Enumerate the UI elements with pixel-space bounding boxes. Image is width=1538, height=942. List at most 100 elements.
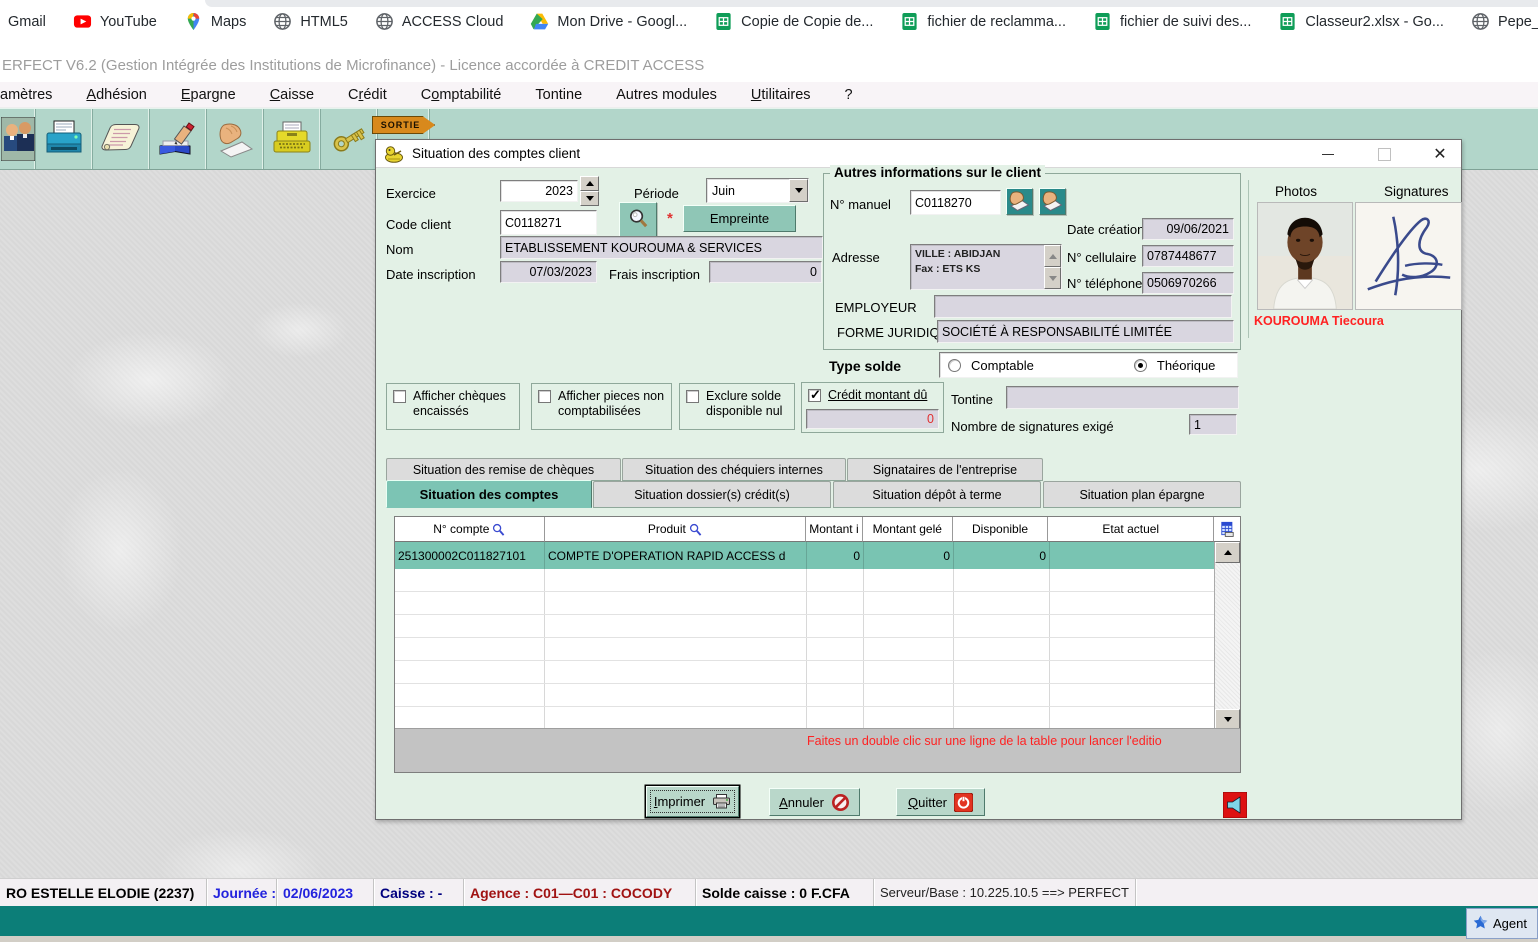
- toolbar-button-clients-icon[interactable]: [0, 109, 36, 169]
- column-header[interactable]: Montant i: [806, 517, 863, 542]
- scroll-up-icon[interactable]: [1215, 542, 1240, 563]
- toolbar-button-hand-paper-icon[interactable]: [207, 109, 264, 169]
- menu-item[interactable]: amètres: [0, 87, 52, 103]
- bookmark-item[interactable]: Copie de Copie de...: [714, 12, 873, 31]
- tab-situation-des-ch-quiers-internes[interactable]: Situation des chéquiers internes: [622, 458, 846, 481]
- tab-situation-plan-pargne[interactable]: Situation plan épargne: [1043, 481, 1241, 508]
- credit-montant-du-field[interactable]: 0: [806, 409, 939, 429]
- agent-taskbar-button[interactable]: Agent: [1466, 908, 1538, 939]
- tab-situation-des-remise-de-ch-ques[interactable]: Situation des remise de chèques: [386, 458, 621, 481]
- hand-doc-button-1[interactable]: [1006, 188, 1033, 215]
- column-header[interactable]: Etat actuel: [1048, 517, 1214, 542]
- n-manuel-field[interactable]: C0118270: [910, 190, 1001, 215]
- telephone-field[interactable]: 0506970266: [1142, 272, 1234, 294]
- tab-signataires-de-l-entreprise[interactable]: Signataires de l'entreprise: [847, 458, 1043, 481]
- checkbox[interactable]: [538, 390, 551, 403]
- close-icon[interactable]: ✕: [1429, 143, 1451, 165]
- dialog-titlebar[interactable]: Situation des comptes client ✕: [376, 140, 1461, 168]
- checkbox[interactable]: [686, 390, 699, 403]
- adresse-listbox[interactable]: VILLE : ABIDJANFax : ETS KS: [910, 244, 1062, 290]
- forme-juridique-field[interactable]: SOCIÉTÉ À RESPONSABILITÉ LIMITÉE: [937, 320, 1234, 343]
- toolbar-button-register-icon[interactable]: [150, 109, 207, 169]
- toolbar-button-printer-icon[interactable]: [36, 109, 93, 169]
- bookmark-item[interactable]: Pepe_2007: [1471, 12, 1538, 31]
- table-row-empty[interactable]: [395, 684, 1240, 707]
- adresse-down-icon[interactable]: [1044, 267, 1061, 289]
- hand-doc-button-2[interactable]: [1039, 188, 1066, 215]
- date-inscription-field[interactable]: 07/03/2023: [500, 261, 597, 283]
- adresse-up-icon[interactable]: [1044, 245, 1061, 267]
- bookmark-item[interactable]: fichier de reclamma...: [900, 12, 1066, 31]
- sheets-icon: [1093, 12, 1112, 31]
- bookmark-item[interactable]: HTML5: [273, 12, 348, 31]
- nom-field[interactable]: ETABLISSEMENT KOUROUMA & SERVICES: [500, 236, 823, 259]
- exercice-field[interactable]: 2023: [500, 180, 578, 202]
- toolbar-button-scroll-icon[interactable]: [93, 109, 150, 169]
- signatures-exige-field[interactable]: 1: [1189, 414, 1237, 435]
- menu-item[interactable]: Adhésion: [86, 87, 146, 103]
- column-search-icon[interactable]: [492, 523, 505, 536]
- tab-situation-des-comptes[interactable]: Situation des comptes: [386, 480, 592, 508]
- table-cell: [395, 615, 545, 637]
- menu-item[interactable]: Utilitaires: [751, 87, 811, 103]
- search-button[interactable]: [619, 202, 657, 238]
- column-search-icon[interactable]: [689, 523, 702, 536]
- imprimer-button[interactable]: Imprimer: [646, 786, 739, 817]
- column-header[interactable]: Produit: [545, 517, 806, 542]
- date-creation-field[interactable]: 09/06/2021: [1142, 218, 1234, 240]
- cellulaire-field[interactable]: 0787448677: [1142, 245, 1234, 267]
- menu-item[interactable]: Tontine: [535, 87, 582, 103]
- column-header[interactable]: N° compte: [395, 517, 545, 542]
- minimize-icon[interactable]: [1317, 143, 1339, 165]
- table-row-empty[interactable]: [395, 661, 1240, 684]
- bookmark-item[interactable]: Gmail: [8, 14, 46, 30]
- table-row-empty[interactable]: [395, 592, 1240, 615]
- dropdown-arrow-icon[interactable]: [789, 179, 808, 202]
- scroll-down-icon[interactable]: [1215, 709, 1240, 730]
- table-scrollbar[interactable]: [1214, 542, 1240, 730]
- exercice-stepper[interactable]: [580, 176, 599, 206]
- table-grid-icon[interactable]: [1214, 517, 1240, 542]
- menu-item[interactable]: Crédit: [348, 87, 387, 103]
- menu-item[interactable]: Caisse: [270, 87, 314, 103]
- tontine-field[interactable]: [1006, 386, 1239, 409]
- table-row-empty[interactable]: [395, 615, 1240, 638]
- stepper-down-icon[interactable]: [580, 191, 599, 206]
- column-header[interactable]: Disponible: [953, 517, 1049, 542]
- table-row-empty[interactable]: [395, 569, 1240, 592]
- tab-situation-dossier-s-cr-dit-s-[interactable]: Situation dossier(s) crédit(s): [593, 481, 831, 508]
- annuler-button[interactable]: Annuler: [769, 788, 860, 816]
- menu-item[interactable]: Epargne: [181, 87, 236, 103]
- empreinte-button[interactable]: Empreinte: [683, 205, 796, 232]
- code-client-field[interactable]: C0118271: [500, 210, 597, 235]
- bookmark-item[interactable]: YouTube: [73, 12, 157, 31]
- menu-item[interactable]: ?: [845, 87, 853, 103]
- radio-theorique[interactable]: [1134, 359, 1147, 372]
- periode-select[interactable]: Juin: [706, 178, 809, 203]
- bookmark-item[interactable]: Classeur2.xlsx - Go...: [1278, 12, 1444, 31]
- maximize-icon[interactable]: [1373, 143, 1395, 165]
- table-row-empty[interactable]: [395, 638, 1240, 661]
- employeur-field[interactable]: [934, 295, 1232, 318]
- table-row-selected[interactable]: 251300002C011827101COMPTE D'OPERATION RA…: [395, 542, 1240, 569]
- quitter-button[interactable]: Quitter: [896, 788, 985, 816]
- table-row-empty[interactable]: [395, 707, 1240, 730]
- tontine-label: Tontine: [951, 392, 993, 407]
- table-cell: [1050, 684, 1216, 706]
- checkbox[interactable]: [393, 390, 406, 403]
- bookmark-item[interactable]: Maps: [184, 12, 246, 31]
- toolbar-button-key-icon[interactable]: [321, 109, 378, 169]
- stepper-up-icon[interactable]: [580, 176, 599, 191]
- checkbox[interactable]: [808, 389, 821, 402]
- column-header[interactable]: Montant gelé: [863, 517, 953, 542]
- menu-item[interactable]: Comptabilité: [421, 87, 502, 103]
- speaker-icon[interactable]: [1223, 792, 1247, 818]
- frais-inscription-field[interactable]: 0: [709, 261, 822, 283]
- bookmark-item[interactable]: Mon Drive - Googl...: [530, 12, 687, 31]
- tab-situation-d-p-t-terme[interactable]: Situation dépôt à terme: [833, 481, 1041, 508]
- toolbar-button-typewriter-icon[interactable]: [264, 109, 321, 169]
- radio-comptable[interactable]: [948, 359, 961, 372]
- bookmark-item[interactable]: ACCESS Cloud: [375, 12, 504, 31]
- bookmark-item[interactable]: fichier de suivi des...: [1093, 12, 1251, 31]
- menu-item[interactable]: Autres modules: [616, 87, 717, 103]
